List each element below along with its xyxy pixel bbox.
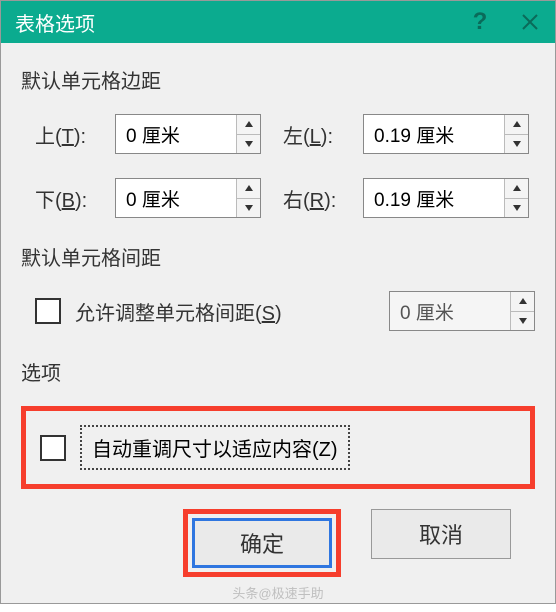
spacing-row: 允许调整单元格间距(S): [35, 291, 535, 331]
allow-spacing-label: 允许调整单元格间距(S): [75, 297, 282, 326]
top-spinner[interactable]: [115, 114, 261, 154]
left-input[interactable]: [364, 115, 504, 153]
close-icon: [521, 13, 539, 31]
watermark-text: 头条@极速手助: [21, 583, 535, 602]
spinner-up-icon[interactable]: [237, 179, 260, 199]
right-spinner[interactable]: [363, 178, 529, 218]
margins-fields: 上(T): 左(L):: [21, 114, 535, 218]
left-spinner[interactable]: [363, 114, 529, 154]
highlight-annotation: 自动重调尺寸以适应内容(Z): [21, 406, 535, 489]
spinner-down-icon[interactable]: [237, 199, 260, 218]
dialog-body: 默认单元格边距 上(T): 左(L):: [1, 43, 555, 612]
window-title: 表格选项: [15, 8, 455, 37]
spinner-up-icon: [511, 292, 534, 312]
titlebar: 表格选项 ?: [1, 1, 555, 43]
right-input[interactable]: [364, 179, 504, 217]
close-button[interactable]: [505, 1, 555, 43]
autofit-checkbox[interactable]: [40, 435, 66, 461]
spinner-down-icon[interactable]: [237, 135, 260, 154]
spacing-spinner: [389, 291, 535, 331]
top-label: 上(T):: [35, 120, 105, 149]
allow-spacing-checkbox[interactable]: [35, 298, 61, 324]
bottom-label: 下(B):: [35, 184, 105, 213]
spacing-group-label: 默认单元格间距: [21, 242, 535, 271]
left-label: 左(L):: [283, 120, 353, 149]
spinner-down-icon[interactable]: [505, 135, 528, 154]
spinner-up-icon[interactable]: [237, 115, 260, 135]
right-label: 右(R):: [283, 184, 353, 213]
spacing-input: [390, 292, 510, 330]
margins-group-label: 默认单元格边距: [21, 65, 535, 94]
spinner-up-icon[interactable]: [505, 115, 528, 135]
top-input[interactable]: [116, 115, 236, 153]
highlight-annotation: 确定: [183, 509, 341, 577]
bottom-spinner[interactable]: [115, 178, 261, 218]
autofit-label: 自动重调尺寸以适应内容(Z): [80, 425, 350, 470]
cancel-button[interactable]: 取消: [371, 509, 511, 559]
dialog-window: 表格选项 ? 默认单元格边距 上(T): 左(L):: [0, 0, 556, 604]
bottom-input[interactable]: [116, 179, 236, 217]
button-row: 确定 取消: [21, 489, 535, 577]
spinner-up-icon[interactable]: [505, 179, 528, 199]
ok-button[interactable]: 确定: [192, 518, 332, 568]
options-group-label: 选项: [21, 357, 535, 386]
spinner-down-icon[interactable]: [505, 199, 528, 218]
help-button[interactable]: ?: [455, 1, 505, 43]
spinner-down-icon: [511, 312, 534, 331]
